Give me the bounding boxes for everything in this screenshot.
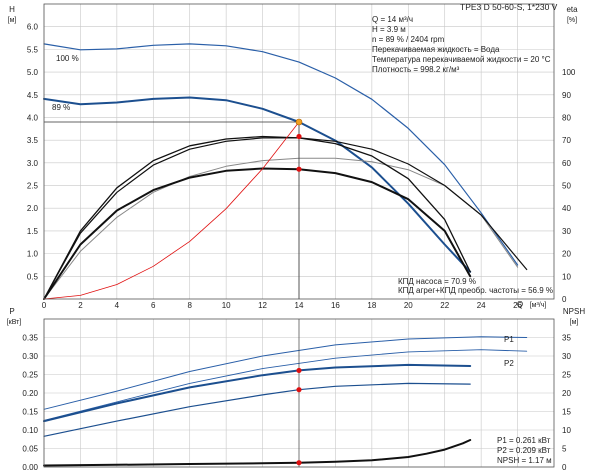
- x-tick-label: 10: [222, 301, 231, 310]
- y2-tick-label: 40: [562, 204, 571, 213]
- x-tick-label: 22: [440, 301, 449, 310]
- y-tick-label: 0.5: [27, 272, 39, 281]
- x-tick-label: 18: [367, 301, 376, 310]
- chart-title: TPE3 D 50-60-S, 1*230 V: [460, 2, 558, 12]
- operating-point-eta-total: [296, 166, 302, 172]
- y-tick-label: 0.35: [22, 334, 38, 343]
- y-tick-label: 5.0: [27, 68, 39, 77]
- eta-total-note: КПД агрег+КПД преобр. частоты = 56.9 %: [398, 286, 553, 295]
- head-89-curve: [43, 96, 472, 273]
- y2-tick-label: 30: [562, 227, 571, 236]
- npsh-axis-unit: [м]: [570, 319, 579, 326]
- y-tick-label: 5.5: [27, 45, 39, 54]
- p2-curve: [43, 349, 528, 421]
- curve-layer: [43, 43, 528, 467]
- series-label-p2: P2: [504, 359, 514, 368]
- series-label-p1: P1: [504, 335, 514, 344]
- y-tick-label: 2.5: [27, 182, 39, 191]
- system-curve-curve: [43, 121, 300, 300]
- x-tick-label: 20: [404, 301, 413, 310]
- info-line: H = 3.9 м: [372, 25, 406, 34]
- speed-label-100: 100 %: [56, 54, 79, 63]
- y2-tick-label: 50: [562, 182, 571, 191]
- y-tick-label: 3.5: [27, 136, 39, 145]
- npsh-note: NPSH = 1.17 м: [497, 456, 552, 465]
- y2-tick-label: 5: [562, 445, 567, 454]
- x-tick-label: 8: [187, 301, 192, 310]
- y-tick-label: 1.5: [27, 227, 39, 236]
- y-tick-label: 0.30: [22, 352, 38, 361]
- y-tick-label: 0.05: [22, 445, 38, 454]
- y2-tick-label: 70: [562, 136, 571, 145]
- p-axis-unit: [кВт]: [7, 319, 22, 326]
- y2-tick-label: 30: [562, 352, 571, 361]
- eta-pump-note: КПД насоса = 70.9 %: [398, 277, 476, 286]
- y-tick-label: 6.0: [27, 23, 39, 32]
- y-tick-label: 4.0: [27, 113, 39, 122]
- x-tick-label: 2: [78, 301, 83, 310]
- operating-point-eta-pump: [296, 133, 302, 140]
- info-line: Q = 14 м³/ч: [372, 15, 413, 24]
- y-axis-unit: [м]: [8, 17, 17, 24]
- y2-axis-label: eta: [566, 5, 578, 14]
- operating-point-bottom: [296, 367, 302, 374]
- x-tick-label: 16: [331, 301, 340, 310]
- y-tick-label: 4.5: [27, 91, 39, 100]
- x-axis-unit: [м³/ч]: [530, 302, 547, 309]
- npsh-curve: [43, 439, 472, 467]
- x-tick-label: 0: [42, 301, 47, 310]
- y2-tick-label: 20: [562, 250, 571, 259]
- npsh-axis-label: NPSH: [563, 307, 585, 316]
- y2-tick-label: 25: [562, 371, 571, 380]
- y-tick-label: 0.00: [22, 463, 38, 472]
- x-tick-label: 4: [115, 301, 120, 310]
- y-tick-label: 2.0: [27, 204, 39, 213]
- x-tick-label: 24: [477, 301, 486, 310]
- y2-tick-label: 10: [562, 272, 571, 281]
- x-tick-label: 14: [295, 301, 304, 310]
- x-axis-label: Q: [517, 300, 523, 309]
- operating-point-bottom: [296, 387, 302, 393]
- y2-axis-unit: [%]: [567, 17, 577, 24]
- y-tick-label: 0.20: [22, 389, 38, 398]
- info-line: n = 89 % / 2404 rpm: [372, 35, 445, 44]
- y-tick-label: 1.0: [27, 250, 39, 259]
- y-tick-label: 3.0: [27, 159, 39, 168]
- y2-tick-label: 15: [562, 408, 571, 417]
- y2-tick-label: 60: [562, 159, 571, 168]
- y2-tick-label: 90: [562, 91, 571, 100]
- x-tick-label: 12: [258, 301, 267, 310]
- y2-tick-label: 35: [562, 334, 571, 343]
- p1-note: P1 = 0.261 кВт: [497, 436, 551, 445]
- y2-tick-label: 10: [562, 426, 571, 435]
- y2-tick-label: 0: [562, 295, 567, 304]
- eta-pump-100-curve: [43, 137, 528, 300]
- y2-tick-label: 100: [562, 68, 576, 77]
- y-axis-label: H: [9, 5, 15, 14]
- p-axis-label: P: [9, 307, 14, 316]
- p2-note: P2 = 0.209 кВт: [497, 446, 551, 455]
- info-line: Перекачиваемая жидкость = Вода: [372, 45, 500, 54]
- x-tick-label: 6: [151, 301, 156, 310]
- pump-performance-chart: 0 2 4 6 8 10 12 14 16 18 20 22 24 260.51.01.52.02.53.…: [7, 2, 586, 472]
- y-tick-label: 0.15: [22, 408, 38, 417]
- head-100-curve: [43, 43, 519, 266]
- y-tick-label: 0.25: [22, 371, 38, 380]
- y2-tick-label: 0: [562, 463, 567, 472]
- info-line: Плотность = 998.2 кг/м³: [372, 65, 460, 74]
- p2-89-curve: [43, 382, 471, 437]
- y2-tick-label: 20: [562, 389, 571, 398]
- y2-tick-label: 80: [562, 113, 571, 122]
- speed-label-89: 89 %: [52, 103, 70, 112]
- operating-point-bottom: [296, 460, 302, 466]
- operating-point-head: [295, 118, 303, 126]
- y-tick-label: 0.10: [22, 426, 38, 435]
- info-line: Температура перекачиваемой жидкости = 20…: [372, 55, 551, 64]
